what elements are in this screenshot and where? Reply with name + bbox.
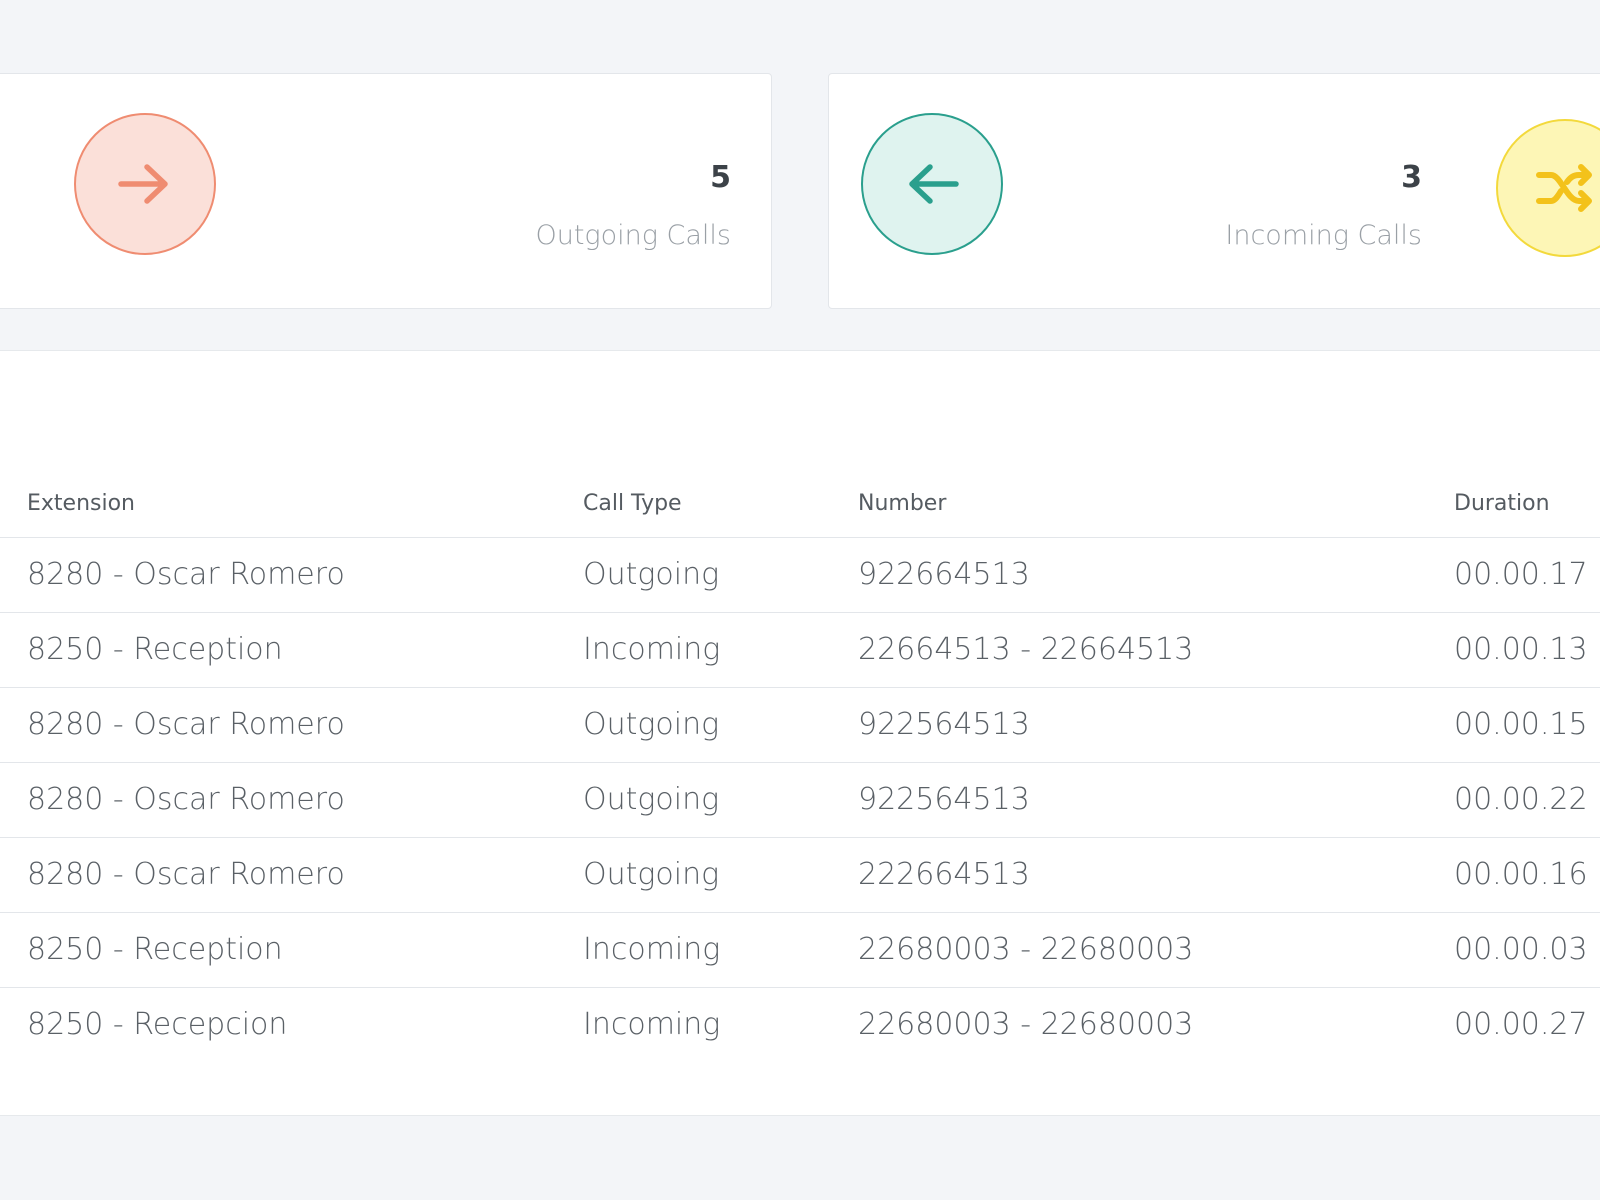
header-call-type[interactable]: Call Type [583,471,858,538]
cell-number: 922664513 [858,537,1454,613]
table-row[interactable]: 8280 - Oscar Romero Outgoing 922564513 0… [0,687,1600,763]
cell-duration: 00.00.16 [1454,837,1600,913]
cell-number: 22664513 - 22664513 [858,612,1454,688]
calls-table-panel: Extension Call Type Number Duration 8280… [0,350,1600,1116]
cell-duration: 00.00.22 [1454,762,1600,838]
arrow-right-icon [74,113,216,255]
outgoing-calls-card[interactable]: 5 Outgoing Calls [0,73,772,309]
cell-duration: 00.00.03 [1454,912,1600,988]
incoming-calls-card[interactable]: 3 Incoming Calls [828,73,1600,309]
cell-number: 922564513 [858,762,1454,838]
arrow-left-icon [861,113,1003,255]
cell-extension: 8280 - Oscar Romero [0,687,583,763]
cell-extension: 8280 - Oscar Romero [0,762,583,838]
dashboard: 5 Outgoing Calls 3 Incoming Calls Extens… [0,0,1600,1200]
table-row[interactable]: 8250 - Reception Incoming 22664513 - 226… [0,612,1600,688]
cell-number: 22680003 - 22680003 [858,1007,1194,1043]
header-number[interactable]: Number [858,471,1454,538]
cell-extension: 8280 - Oscar Romero [0,837,583,913]
table-row[interactable]: 8250 - Recepcion Incoming 22680003 - 226… [0,987,1600,1062]
cell-call-type: Incoming [583,612,858,688]
table-row[interactable]: 8250 - Reception Incoming 22680003 - 226… [0,912,1600,988]
incoming-calls-label: Incoming Calls [1225,220,1422,251]
cell-call-type: Outgoing [583,762,858,838]
table-header-row: Extension Call Type Number Duration [0,471,1600,538]
header-extension[interactable]: Extension [0,471,583,538]
cell-extension: 8250 - Reception [0,912,583,988]
outgoing-calls-count: 5 [710,160,731,195]
incoming-calls-count: 3 [1401,160,1422,195]
cell-extension: 8280 - Oscar Romero [0,537,583,613]
cell-duration: 00.00.27 [1454,1007,1588,1043]
outgoing-calls-label: Outgoing Calls [535,220,731,251]
cell-call-type: Incoming [583,1007,721,1043]
cell-duration: 00.00.15 [1454,687,1600,763]
cell-extension: 8250 - Recepcion [27,1007,288,1043]
cell-number: 22680003 - 22680003 [858,912,1454,988]
cell-number: 922564513 [858,687,1454,763]
cell-call-type: Incoming [583,912,858,988]
cell-call-type: Outgoing [583,687,858,763]
table-row[interactable]: 8280 - Oscar Romero Outgoing 922664513 0… [0,537,1600,613]
calls-table: Extension Call Type Number Duration 8280… [0,471,1600,1062]
cell-number: 222664513 [858,837,1454,913]
table-row[interactable]: 8280 - Oscar Romero Outgoing 222664513 0… [0,837,1600,913]
cell-call-type: Outgoing [583,837,858,913]
cell-extension: 8250 - Reception [0,612,583,688]
cell-call-type: Outgoing [583,537,858,613]
header-duration[interactable]: Duration [1454,471,1600,538]
cell-duration: 00.00.13 [1454,612,1600,688]
cell-duration: 00.00.17 [1454,537,1600,613]
table-row[interactable]: 8280 - Oscar Romero Outgoing 922564513 0… [0,762,1600,838]
shuffle-icon [1496,119,1600,257]
